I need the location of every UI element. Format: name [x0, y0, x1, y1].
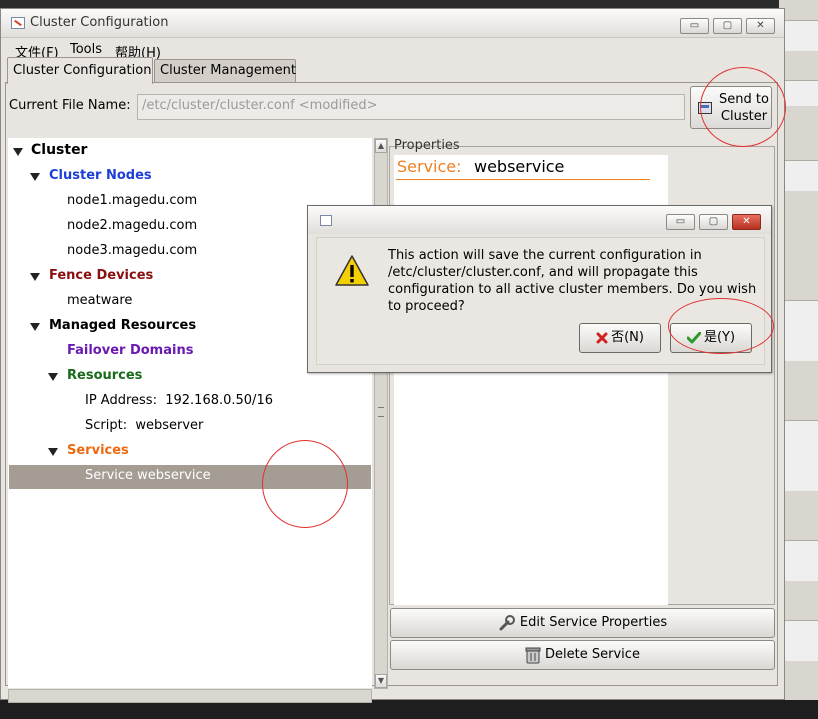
expander-managed-resources-icon[interactable] [30, 323, 40, 331]
expander-cluster-icon[interactable] [13, 148, 23, 156]
tree-item-cluster[interactable]: Cluster [31, 142, 87, 158]
check-icon [686, 331, 702, 343]
tree-item-script[interactable]: Script: webserver [85, 418, 203, 433]
tree-horizontal-scrollbar[interactable] [8, 689, 372, 703]
service-underline [396, 179, 650, 180]
menu-tools[interactable]: Tools [70, 42, 102, 57]
expander-services-icon[interactable] [48, 448, 58, 456]
expander-resources-icon[interactable] [48, 373, 58, 381]
current-file-label: Current File Name: [9, 98, 131, 113]
cancel-x-icon [596, 332, 608, 343]
wrench-icon [499, 614, 515, 630]
current-file-field[interactable]: /etc/cluster/cluster.conf <modified> [137, 94, 685, 120]
properties-title: Properties [394, 138, 460, 153]
minimize-button[interactable]: ▭ [680, 18, 709, 34]
close-button[interactable]: ✕ [746, 18, 775, 34]
tab-cluster-configuration[interactable]: Cluster Configuration [7, 57, 153, 84]
edit-service-properties-button[interactable]: Edit Service Properties [390, 608, 775, 638]
scroll-grip-icon[interactable] [378, 407, 384, 417]
send-to-cluster-button[interactable]: Send to Cluster [690, 86, 772, 129]
dialog-app-icon [320, 215, 332, 226]
trash-icon [525, 647, 541, 663]
send-to-cluster-label: Send to Cluster [719, 92, 769, 124]
tree-item-cluster-nodes[interactable]: Cluster Nodes [49, 168, 152, 183]
delete-service-button[interactable]: Delete Service [390, 640, 775, 670]
dialog-maximize-button[interactable]: ▢ [699, 214, 728, 230]
tree-item-ip-address[interactable]: IP Address: 192.168.0.50/16 [85, 393, 273, 408]
warning-icon [335, 255, 369, 286]
title-bar[interactable]: Cluster Configuration ▭ ▢ ✕ [1, 9, 784, 38]
scroll-down-icon[interactable]: ▼ [375, 674, 387, 688]
tab-cluster-management[interactable]: Cluster Management [154, 59, 296, 82]
tree-item-node3[interactable]: node3.magedu.com [67, 243, 197, 258]
confirm-dialog: ▭ ▢ ✕ This action will save the current … [307, 205, 772, 373]
tree-item-node1[interactable]: node1.magedu.com [67, 193, 197, 208]
tree-item-failover-domains[interactable]: Failover Domains [67, 343, 193, 358]
maximize-button[interactable]: ▢ [713, 18, 742, 34]
tree-item-service-webservice[interactable]: Service webservice [85, 468, 211, 483]
window-title: Cluster Configuration [30, 15, 169, 30]
scroll-up-icon[interactable]: ▲ [375, 139, 387, 153]
service-label: Service: [397, 157, 462, 176]
tree-item-node2[interactable]: node2.magedu.com [67, 218, 197, 233]
app-icon [11, 17, 25, 29]
tree-item-fence-devices[interactable]: Fence Devices [49, 268, 153, 283]
dialog-close-button[interactable]: ✕ [732, 214, 761, 230]
tree-item-services[interactable]: Services [67, 443, 129, 458]
service-value: webservice [474, 157, 565, 176]
expander-cluster-nodes-icon[interactable] [30, 173, 40, 181]
tree-item-resources[interactable]: Resources [67, 368, 142, 383]
no-button[interactable]: 否(N) [579, 323, 661, 353]
tree-item-managed-resources[interactable]: Managed Resources [49, 318, 196, 333]
tree-item-meatware[interactable]: meatware [67, 293, 132, 308]
dialog-minimize-button[interactable]: ▭ [666, 214, 695, 230]
send-icon [698, 102, 712, 114]
dialog-message: This action will save the current config… [388, 248, 757, 314]
yes-button[interactable]: 是(Y) [670, 323, 752, 353]
dialog-title-bar[interactable]: ▭ ▢ ✕ [308, 206, 771, 234]
expander-fence-devices-icon[interactable] [30, 273, 40, 281]
